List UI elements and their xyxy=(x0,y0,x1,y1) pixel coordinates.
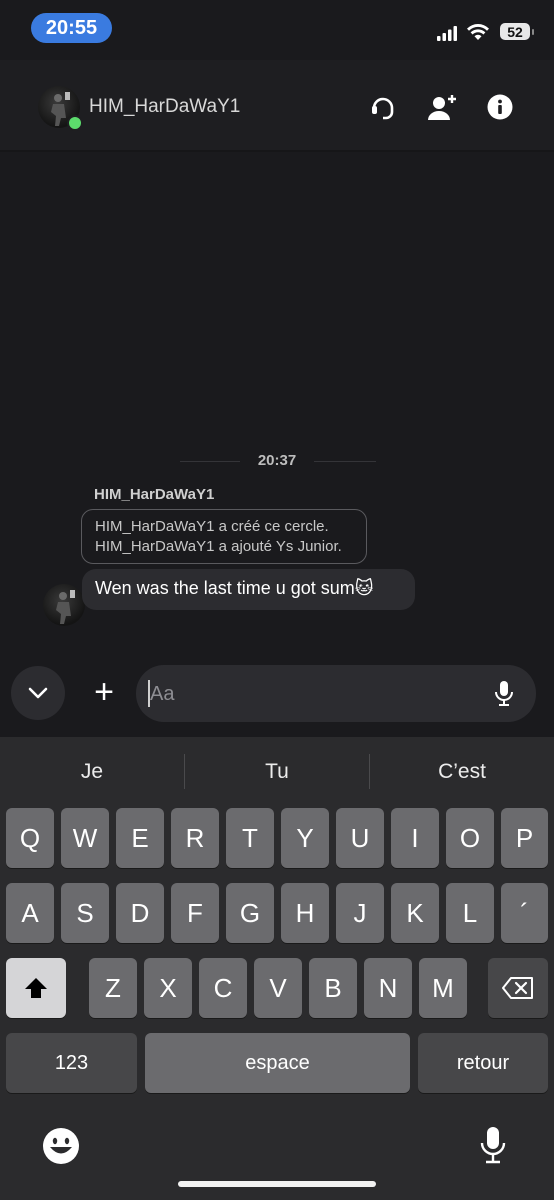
cellular-signal-icon xyxy=(437,26,457,41)
system-notice-line: HIM_HarDaWaY1 a créé ce cercle. xyxy=(95,518,329,535)
headset-icon[interactable] xyxy=(367,91,399,123)
wifi-icon xyxy=(467,24,489,40)
message-avatar[interactable] xyxy=(43,584,85,626)
key-b[interactable]: B xyxy=(309,958,357,1018)
key-k[interactable]: K xyxy=(391,883,439,943)
emoji-icon[interactable] xyxy=(42,1127,80,1165)
status-time: 20:55 xyxy=(31,13,112,43)
chat-username[interactable]: HIM_HarDaWaY1 xyxy=(89,96,240,118)
key-l[interactable]: L xyxy=(446,883,494,943)
add-person-icon[interactable] xyxy=(424,91,460,123)
info-icon[interactable] xyxy=(486,93,514,121)
key-a[interactable]: A xyxy=(6,883,54,943)
microphone-icon[interactable] xyxy=(494,680,514,708)
message-sender: HIM_HarDaWaY1 xyxy=(94,486,215,503)
key-n[interactable]: N xyxy=(364,958,412,1018)
delete-backward-icon xyxy=(502,977,533,999)
online-status-dot xyxy=(67,115,83,131)
divider-line-right xyxy=(314,461,376,462)
key-f[interactable]: F xyxy=(171,883,219,943)
key-m[interactable]: M xyxy=(419,958,467,1018)
return-key[interactable]: retour xyxy=(418,1033,548,1093)
key-q[interactable]: Q xyxy=(6,808,54,868)
battery-indicator: 52 xyxy=(500,23,534,40)
key-t[interactable]: T xyxy=(226,808,274,868)
chat-header xyxy=(0,60,554,150)
key-e[interactable]: E xyxy=(116,808,164,868)
key-g[interactable]: G xyxy=(226,883,274,943)
key-w[interactable]: W xyxy=(61,808,109,868)
system-notice: HIM_HarDaWaY1 a créé ce cercle. HIM_HarD… xyxy=(81,509,367,564)
key-p[interactable]: P xyxy=(501,808,548,868)
key-y[interactable]: Y xyxy=(281,808,329,868)
message-input[interactable] xyxy=(148,665,482,724)
shift-arrow-icon xyxy=(25,978,47,998)
message-input-container[interactable] xyxy=(136,665,536,724)
backspace-key[interactable] xyxy=(488,958,548,1018)
person-silhouette-icon xyxy=(56,590,75,624)
key-c[interactable]: C xyxy=(199,958,247,1018)
chevron-down-icon xyxy=(28,687,48,699)
numbers-key[interactable]: 123 xyxy=(6,1033,137,1093)
collapse-button[interactable] xyxy=(11,666,65,720)
key-i[interactable]: I xyxy=(391,808,439,868)
chat-timestamp: 20:37 xyxy=(257,452,297,469)
suggestion-item[interactable]: Tu xyxy=(185,746,369,798)
suggestion-item[interactable]: C’est xyxy=(370,746,554,798)
key-u[interactable]: U xyxy=(336,808,384,868)
divider-line-left xyxy=(180,461,240,462)
message-bubble[interactable]: Wen was the last time u got sum🐱 xyxy=(82,569,415,610)
key-h[interactable]: H xyxy=(281,883,329,943)
text-caret xyxy=(148,680,150,707)
home-indicator xyxy=(178,1181,376,1187)
suggestion-item[interactable]: Je xyxy=(0,746,184,798)
key-acute-accent[interactable]: ´ xyxy=(501,883,548,943)
key-d[interactable]: D xyxy=(116,883,164,943)
key-z[interactable]: Z xyxy=(89,958,137,1018)
add-attachment-button[interactable]: + xyxy=(88,675,120,710)
key-j[interactable]: J xyxy=(336,883,384,943)
key-x[interactable]: X xyxy=(144,958,192,1018)
space-key[interactable]: espace xyxy=(145,1033,410,1093)
key-v[interactable]: V xyxy=(254,958,302,1018)
key-r[interactable]: R xyxy=(171,808,219,868)
system-notice-line: HIM_HarDaWaY1 a ajouté Ys Junior. xyxy=(95,538,342,555)
key-s[interactable]: S xyxy=(61,883,109,943)
dictation-microphone-icon[interactable] xyxy=(478,1125,508,1165)
key-o[interactable]: O xyxy=(446,808,494,868)
shift-key[interactable] xyxy=(6,958,66,1018)
